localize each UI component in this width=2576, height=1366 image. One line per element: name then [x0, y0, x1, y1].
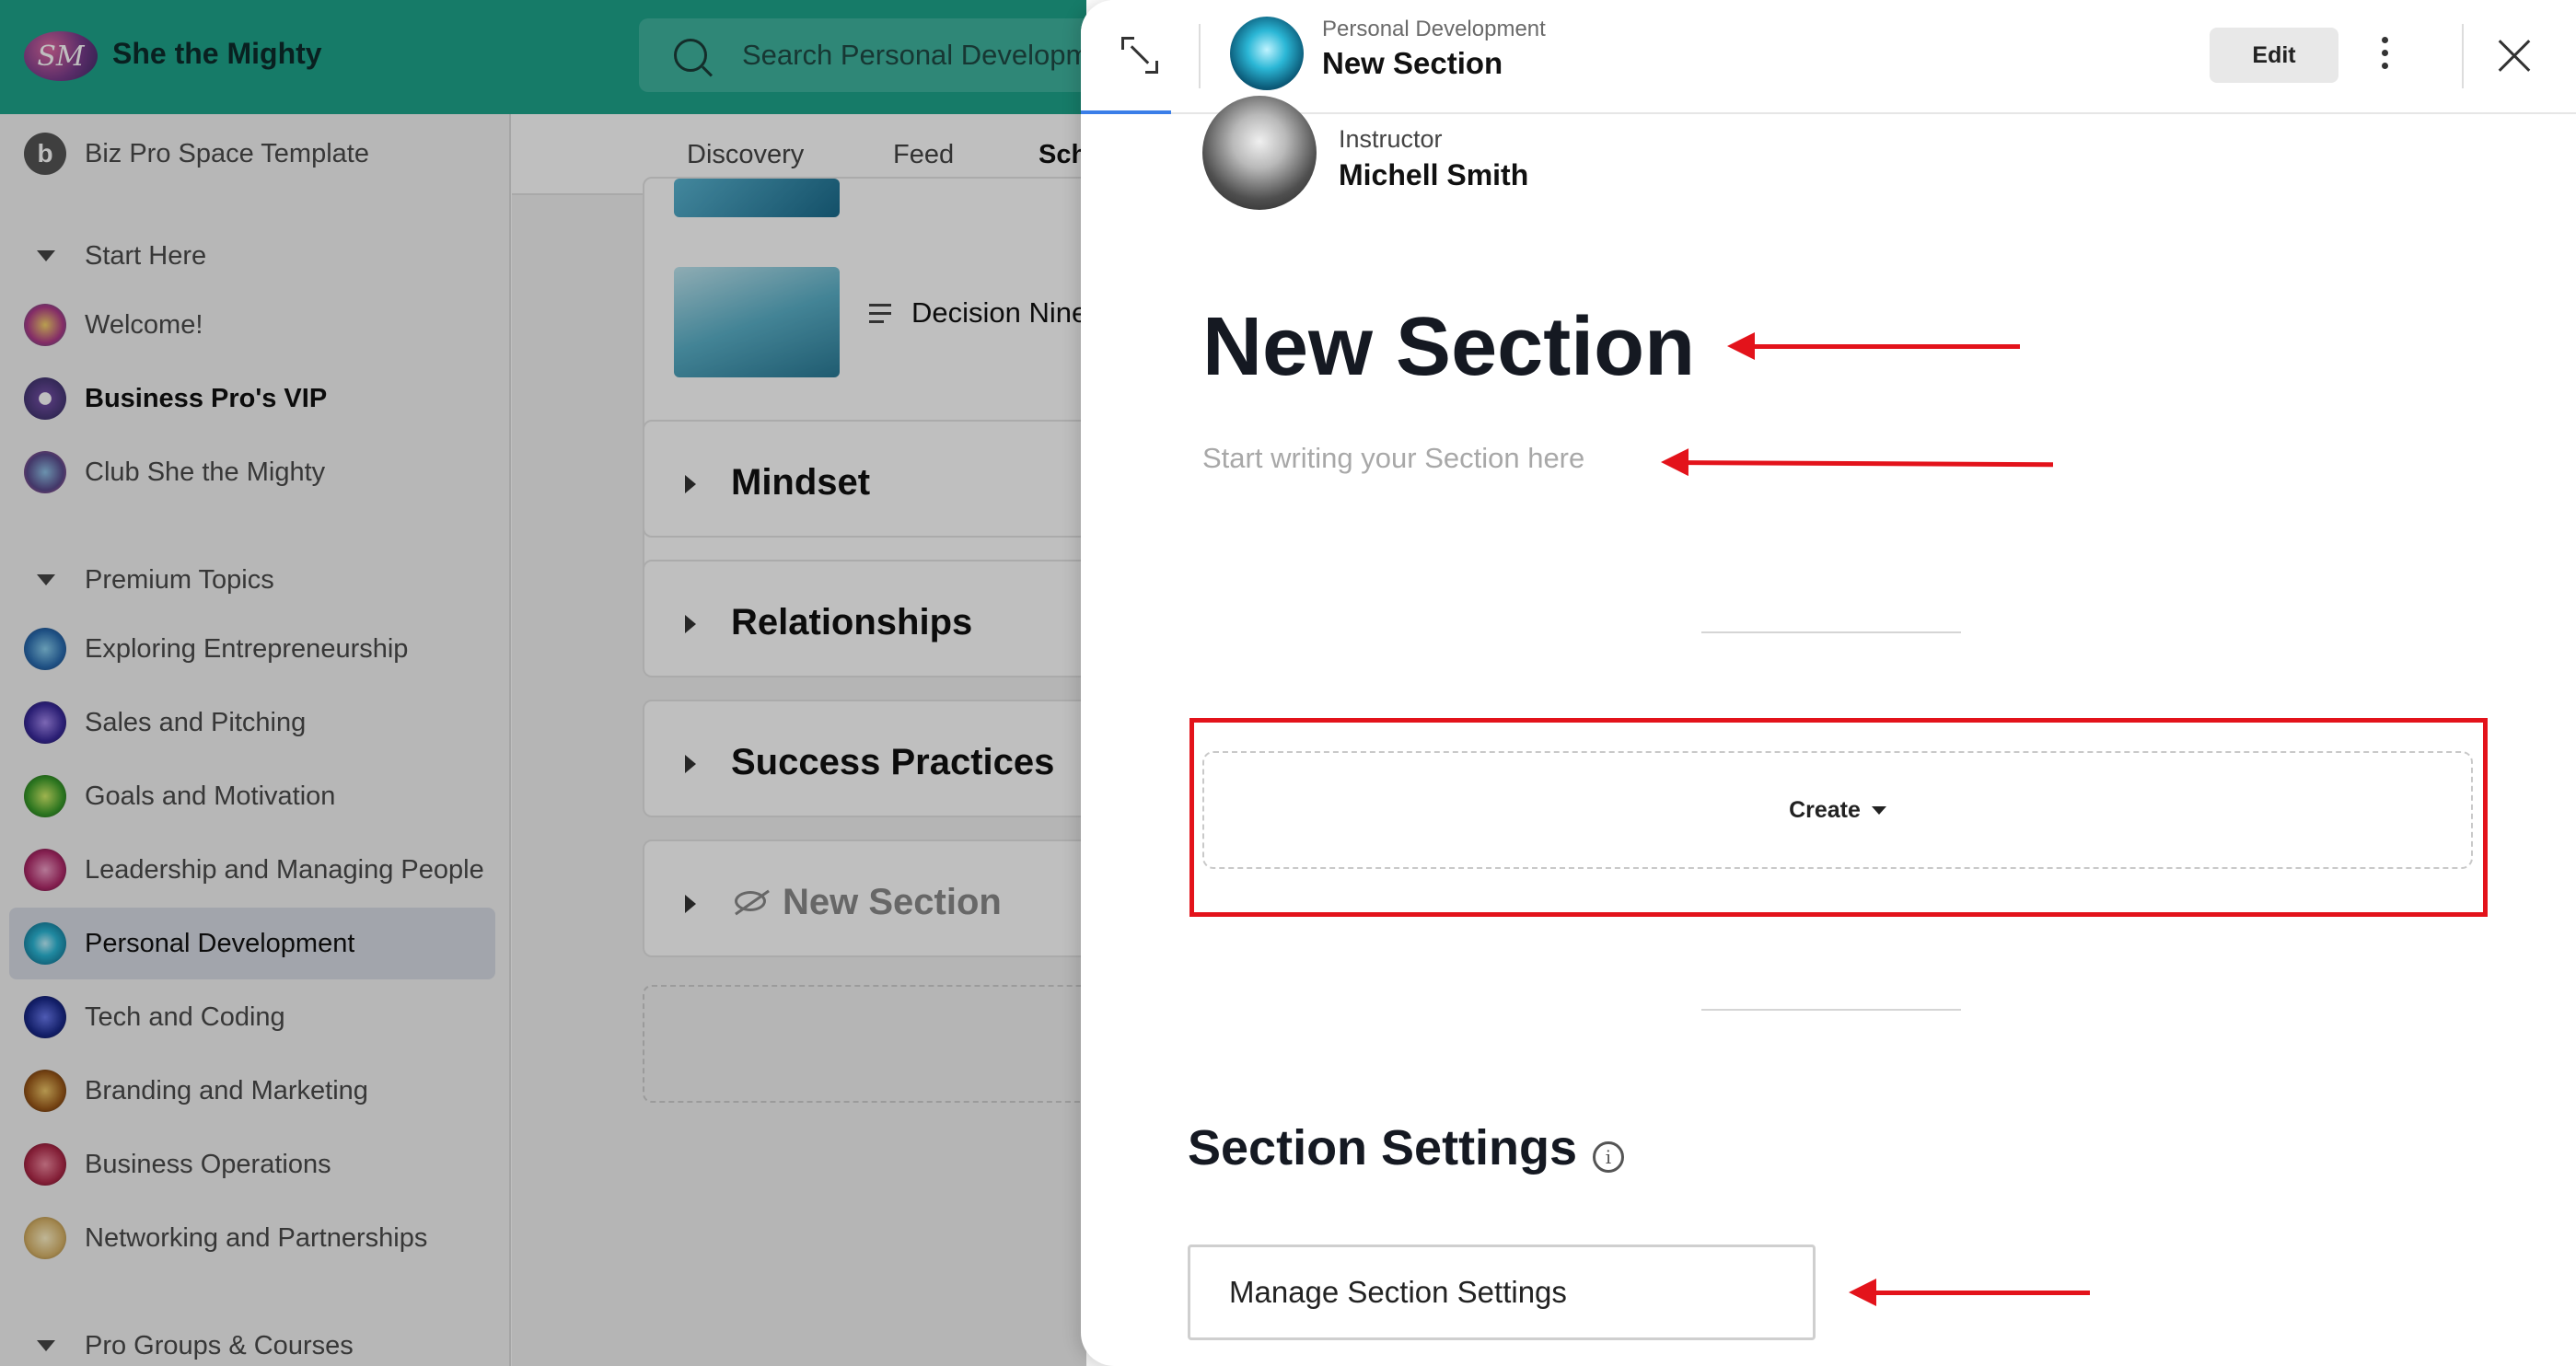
divider: [2462, 24, 2464, 88]
divider: [1701, 1009, 1961, 1011]
expand-icon[interactable]: [1121, 37, 1158, 74]
breadcrumb[interactable]: Personal Development: [1322, 17, 1546, 42]
instructor-avatar[interactable]: [1202, 96, 1317, 210]
caret-down-icon: [1871, 805, 1886, 815]
info-icon[interactable]: i: [1593, 1141, 1624, 1173]
create-block-area[interactable]: Create: [1202, 751, 2473, 869]
settings-heading: Section Settings: [1188, 1120, 1578, 1175]
more-options-icon[interactable]: [2379, 37, 2390, 75]
section-body-placeholder[interactable]: Start writing your Section here: [1202, 442, 1584, 475]
manage-section-settings-button[interactable]: Manage Section Settings: [1188, 1244, 1816, 1340]
panel-title: New Section: [1322, 46, 1503, 80]
section-editor-panel: Personal Development New Section Edit In…: [1081, 0, 2576, 1366]
active-indicator: [1081, 110, 1171, 114]
create-label: Create: [1789, 796, 1861, 823]
annotation-arrow: [1665, 460, 2054, 468]
divider: [1199, 24, 1201, 88]
panel-header: Personal Development New Section Edit: [1081, 0, 2576, 114]
create-dropdown-button[interactable]: Create: [1789, 797, 1886, 824]
modal-backdrop[interactable]: [0, 0, 1086, 1366]
instructor-name[interactable]: Michell Smith: [1339, 158, 1528, 192]
annotation-arrow: [1849, 1279, 2090, 1306]
edit-button[interactable]: Edit: [2210, 28, 2338, 83]
close-icon[interactable]: [2497, 39, 2532, 74]
instructor-label: Instructor: [1339, 125, 1443, 153]
space-avatar: [1230, 17, 1304, 90]
section-title[interactable]: New Section: [1202, 300, 1695, 395]
annotation-arrow: [1727, 332, 2020, 360]
divider: [1701, 631, 1961, 633]
